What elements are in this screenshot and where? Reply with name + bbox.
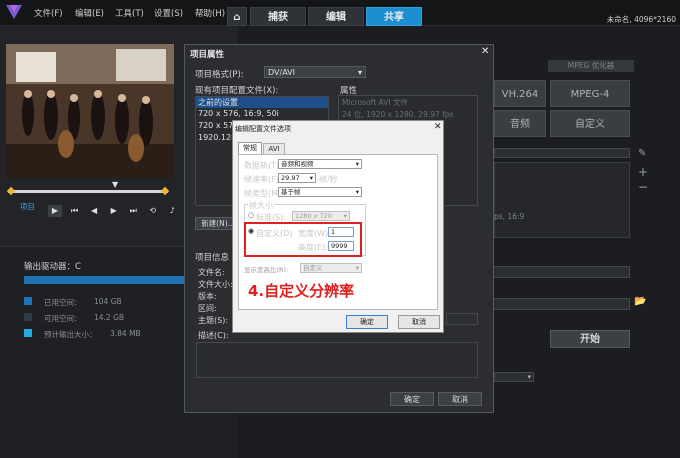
menu-settings[interactable]: 设置(S): [154, 7, 183, 19]
estimate-size-swatch: [24, 329, 32, 337]
profile-item[interactable]: 之前的设置: [198, 97, 238, 108]
config-dialog-close-icon[interactable]: ✕: [434, 122, 442, 132]
free-space-swatch: [24, 313, 32, 321]
annotation-text: 4.自定义分辨率: [248, 282, 355, 300]
project-format-select[interactable]: DV/AVI ▾: [264, 66, 366, 78]
project-ok-button[interactable]: 确定: [390, 392, 434, 406]
data-track-select[interactable]: 音频和视频: [278, 159, 362, 169]
aspect-ratio-label: 显示宽高比(R):: [244, 266, 289, 274]
menu-tools[interactable]: 工具(T): [115, 7, 144, 19]
info-field-duration: 区间:: [198, 304, 217, 313]
format-mpeg4-button[interactable]: MPEG-4: [550, 80, 630, 107]
profile-dropdown[interactable]: [494, 148, 630, 158]
project-cancel-button[interactable]: 取消: [438, 392, 482, 406]
project-clip-label[interactable]: 项目: [20, 201, 35, 212]
aspect-ratio-value: 自定义: [303, 264, 323, 272]
description-label: 描述(C):: [198, 331, 229, 340]
used-space-label: 已用空间：: [44, 298, 82, 307]
video-preview: [6, 44, 174, 178]
data-track-value: 音频和视频: [281, 160, 314, 168]
project-format-value: DV/AVI: [268, 68, 295, 77]
properties-line: 24 位, 1920 x 1280, 29.97 fps: [342, 110, 454, 119]
frame-type-select[interactable]: 基于帧: [278, 187, 362, 197]
frame-size-label: 帧大小: [248, 200, 274, 211]
free-space-value: 14.2 GB: [94, 313, 125, 322]
standard-size-select[interactable]: 1280 x 720: [292, 211, 350, 221]
output-drive-label: 输出驱动器：C: [24, 262, 81, 272]
project-dialog-close-icon[interactable]: ✕: [481, 46, 489, 57]
share-option-dropdown[interactable]: ▾: [494, 372, 534, 382]
format-h264-button[interactable]: VH.264: [494, 80, 546, 107]
chevron-down-icon: ▾: [357, 68, 362, 77]
info-field-filesize: 文件大小:: [198, 280, 233, 289]
playhead-marker-icon[interactable]: ▼: [112, 180, 118, 189]
frame-rate-value: 29.97: [281, 174, 300, 182]
browse-folder-icon[interactable]: 📂: [634, 296, 646, 307]
tab-edit[interactable]: 编辑: [308, 7, 364, 26]
used-space-value: 104 GB: [94, 297, 122, 306]
go-end-icon[interactable]: ⏭: [126, 205, 140, 217]
data-track-label: 数据轨(T):: [244, 161, 282, 170]
info-field-subject: 主题(S):: [198, 316, 229, 325]
profile-item[interactable]: 1920.128: [198, 133, 236, 142]
go-start-icon[interactable]: ⏮: [68, 205, 82, 217]
format-audio-button[interactable]: 音频: [494, 110, 546, 137]
frame-rate-label: 帧速率(F):: [244, 175, 282, 184]
info-field-filename: 文件名:: [198, 268, 225, 277]
playback-controls: ▶ ⏮ ◀ ▶ ⏭ ⟲ ♪ HD: [48, 205, 202, 219]
highlight-box: [244, 222, 362, 257]
next-frame-icon[interactable]: ▶: [107, 205, 121, 217]
menu-help[interactable]: 帮助(H): [195, 7, 225, 19]
mpeg-optimizer-button[interactable]: MPEG 优化器: [548, 60, 634, 72]
tab-general[interactable]: 常规: [238, 142, 262, 154]
project-dialog-title: 项目属性: [190, 50, 225, 60]
project-title-info: 未命名, 4096*2160: [606, 15, 676, 24]
profile-item[interactable]: 720 x 57: [198, 121, 233, 130]
config-dialog-title: 编辑配置文件选项: [235, 125, 291, 133]
properties-line: Microsoft AVI 文件: [342, 98, 408, 107]
remove-profile-icon[interactable]: −: [638, 180, 648, 194]
tab-capture[interactable]: 捕获: [250, 7, 306, 26]
tab-avi[interactable]: AVI: [263, 143, 285, 154]
app-logo-icon: [4, 3, 24, 21]
aspect-ratio-select[interactable]: 自定义: [300, 263, 362, 273]
subject-input[interactable]: [446, 313, 478, 325]
profile-stats-text: ps, 16:9: [494, 212, 525, 221]
prev-frame-icon[interactable]: ◀: [87, 205, 101, 217]
profile-item[interactable]: 720 x 576, 16:9, 50i: [198, 109, 279, 118]
used-space-swatch: [24, 297, 32, 305]
estimate-size-label: 预计输出大小：: [44, 330, 97, 339]
play-icon[interactable]: ▶: [48, 205, 62, 217]
format-custom-button[interactable]: 自定义: [550, 110, 630, 137]
home-icon: ⌂: [233, 12, 241, 23]
repeat-icon[interactable]: ⟲: [146, 205, 160, 217]
standard-size-value: 1280 x 720: [295, 212, 332, 220]
estimate-size-value: 3.84 MB: [110, 329, 141, 338]
description-textarea[interactable]: [196, 342, 478, 378]
frame-rate-unit: 帧/秒: [319, 175, 338, 184]
menu-file[interactable]: 文件(F): [34, 7, 63, 19]
volume-icon[interactable]: ♪: [165, 205, 179, 217]
top-bar: 文件(F) 编辑(E) 工具(T) 设置(S) 帮助(H) ⌂ 捕获 编辑 共享…: [0, 0, 680, 26]
project-format-label: 项目格式(P):: [195, 70, 244, 80]
profile-description-box: [494, 162, 630, 238]
standard-radio[interactable]: ○: [248, 211, 254, 219]
edit-profile-icon[interactable]: ✎: [638, 148, 646, 159]
start-button[interactable]: 开始: [550, 330, 630, 348]
timeline-scrubber[interactable]: [8, 190, 168, 193]
add-profile-icon[interactable]: +: [638, 165, 648, 179]
menu-edit[interactable]: 编辑(E): [75, 7, 104, 19]
frame-type-value: 基于帧: [281, 188, 301, 196]
info-field-version: 版本:: [198, 292, 217, 301]
config-ok-button[interactable]: 确定: [346, 315, 388, 329]
profiles-label: 现有项目配置文件(X):: [195, 86, 279, 96]
home-tab[interactable]: ⌂: [227, 7, 247, 26]
tab-share[interactable]: 共享: [366, 7, 422, 26]
project-info-label: 项目信息: [195, 253, 230, 263]
config-cancel-button[interactable]: 取消: [398, 315, 440, 329]
frame-rate-select[interactable]: 29.97: [278, 173, 316, 183]
free-space-label: 可用空间：: [44, 314, 82, 323]
